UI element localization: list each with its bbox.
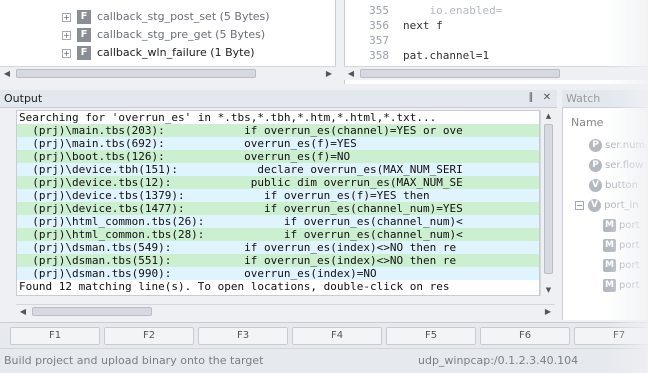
scroll-down-arrow-icon[interactable]: ▼ (541, 284, 556, 296)
scroll-up-arrow-icon[interactable]: ▲ (541, 110, 556, 122)
variable-type-icon: M (603, 278, 616, 292)
function-key-button[interactable]: F3 (198, 327, 288, 345)
code-line[interactable]: 355 io.enabled= (345, 4, 502, 18)
variable-type-icon: M (603, 238, 616, 252)
output-text-area[interactable]: Searching for 'overrun_es' in *.tbs,*.tb… (16, 110, 540, 296)
watch-panel-title: Watch (566, 92, 601, 105)
output-message-line: Found 12 matching line(s). To open locat… (19, 280, 450, 293)
search-result-line[interactable]: (prj)\device.tbs(1379): if overrun_es(f)… (17, 189, 539, 202)
code-text: pat.channel=1 (403, 49, 490, 62)
watch-item-label: button (605, 180, 638, 191)
project-tree-panel: + Fcallback_stg_post_set (5 Bytes) + Fcallb… (0, 0, 336, 66)
scroll-left-arrow-icon[interactable]: ◀ (0, 67, 14, 80)
watch-panel-header: Watch (562, 90, 648, 108)
code-line[interactable]: 358 pat.channel=1 (345, 49, 489, 63)
watch-item-label: port_in (604, 200, 639, 211)
tree-item[interactable]: + Fcallback_stg_pre_get (5 Bytes) (62, 26, 265, 44)
code-line[interactable]: 357 (345, 34, 403, 48)
watch-item-label: ser.num (605, 140, 646, 151)
function-key-button[interactable]: F7 (574, 327, 648, 345)
scrollbar-thumb[interactable] (544, 124, 553, 274)
watch-item[interactable]: Vbutton (589, 176, 638, 194)
connection-status: udp_winpcap:/0.1.2.3.40.104 (418, 354, 579, 367)
search-result-line[interactable]: (prj)\device.tbs(1477): if overrun_es(ch… (17, 202, 539, 215)
function-icon: F (77, 28, 91, 42)
function-key-button[interactable]: F4 (292, 327, 382, 345)
line-number: 356 (369, 19, 389, 32)
tree-item[interactable]: + Fcallback_wln_failure (1 Byte) (62, 44, 255, 62)
scrollbar-thumb[interactable] (16, 69, 256, 78)
search-result-line[interactable]: (prj)\main.tbs(692): overrun_es(f)=YES (17, 137, 539, 150)
output-panel-title: Output (4, 92, 43, 105)
search-result-line[interactable]: (prj)\device.tbh(151): declare overrun_e… (17, 163, 539, 176)
function-icon: F (77, 46, 91, 60)
code-line[interactable]: 356 next f (345, 19, 443, 33)
variable-type-icon: P (589, 138, 602, 152)
search-result-line[interactable]: (prj)\dsman.tbs(549): if overrun_es(inde… (17, 241, 539, 254)
collapse-icon[interactable]: − (575, 200, 584, 210)
watch-item-label: port (619, 280, 640, 291)
search-result-line[interactable]: (prj)\main.tbs(203): if overrun_es(chann… (17, 124, 539, 137)
watch-item[interactable]: Pser.num (589, 136, 645, 154)
code-text: next f (403, 19, 443, 32)
watch-item[interactable]: Mport (603, 276, 640, 294)
watch-item-label: port (619, 240, 640, 251)
watch-item-label: port (619, 260, 640, 271)
expand-icon[interactable]: + (62, 48, 71, 58)
watch-item[interactable]: Pser.flow (589, 156, 643, 174)
watch-item[interactable]: Mport (603, 236, 640, 254)
scroll-left-arrow-icon[interactable]: ◀ (344, 67, 358, 80)
variable-type-icon: V (589, 178, 602, 192)
function-key-bar: F1 F2 F3 F4 F5 F6 F7 (0, 322, 648, 348)
watch-column-header[interactable]: Name (571, 116, 603, 129)
output-panel-header: Output ∥ ✕ (0, 90, 557, 108)
watch-item[interactable]: − Vport_in (575, 196, 639, 214)
tree-item-label: callback_stg_post_set (5 Bytes) (97, 10, 270, 23)
scroll-left-arrow-icon[interactable]: ◀ (16, 305, 30, 318)
output-message-line: Searching for 'overrun_es' in *.tbs,*.tb… (19, 111, 437, 124)
close-icon[interactable]: ✕ (541, 92, 553, 103)
search-result-line[interactable]: (prj)\device.tbs(12): public dim overrun… (17, 176, 539, 189)
line-number: 355 (369, 4, 389, 17)
watch-item-label: port (619, 220, 640, 231)
output-lines: Searching for 'overrun_es' in *.tbs,*.tb… (17, 111, 539, 293)
watch-item-label: ser.flow (605, 160, 644, 171)
tree-item[interactable]: + Fcallback_stg_post_set (5 Bytes) (62, 8, 270, 26)
function-key-button[interactable]: F6 (480, 327, 570, 345)
tree-horizontal-scrollbar[interactable]: ◀ ▶ (0, 66, 336, 80)
expand-icon[interactable]: + (62, 12, 71, 22)
watch-item[interactable]: Mport (603, 216, 640, 234)
editor-horizontal-scrollbar[interactable]: ◀ (344, 66, 648, 80)
variable-type-icon: M (603, 218, 616, 232)
search-result-line[interactable]: (prj)\boot.tbs(126): overrun_es(f)=NO (17, 150, 539, 163)
line-number: 357 (369, 34, 389, 47)
watch-panel: Name Pser.num Pser.flow Vbutton − Vport_in Mp… (562, 108, 648, 320)
code-text: io.enabled= (403, 4, 503, 17)
function-key-button[interactable]: F5 (386, 327, 476, 345)
pin-icon[interactable]: ∥ (525, 92, 537, 103)
output-horizontal-scrollbar[interactable]: ◀ ▶ (16, 304, 555, 318)
search-result-line[interactable]: (prj)\dsman.tbs(551): if overrun_es(inde… (17, 254, 539, 267)
search-result-line[interactable]: (prj)\dsman.tbs(990): overrun_es(index)=… (17, 267, 539, 280)
scroll-right-arrow-icon[interactable]: ▶ (322, 67, 336, 80)
watch-item[interactable]: Mport (603, 256, 640, 274)
variable-type-icon: V (588, 198, 601, 212)
tree-item-label: callback_stg_pre_get (5 Bytes) (97, 28, 266, 41)
expand-icon[interactable]: + (62, 30, 71, 40)
line-number: 358 (369, 49, 389, 62)
search-result-line[interactable]: (prj)\html_common.tbs(28): if overrun_es… (17, 228, 539, 241)
status-bar: Build project and upload binary onto the… (0, 348, 648, 373)
output-vertical-scrollbar[interactable]: ▲ ▼ (540, 110, 555, 296)
variable-type-icon: M (603, 258, 616, 272)
tree-item-label: callback_wln_failure (1 Byte) (97, 46, 255, 59)
function-icon: F (77, 10, 91, 24)
variable-type-icon: P (589, 158, 602, 172)
scrollbar-thumb[interactable] (360, 69, 560, 78)
function-key-button[interactable]: F2 (104, 327, 194, 345)
search-result-line[interactable]: (prj)\html_common.tbs(26): if overrun_es… (17, 215, 539, 228)
function-key-button[interactable]: F1 (10, 327, 100, 345)
status-message: Build project and upload binary onto the… (4, 354, 264, 367)
scroll-right-arrow-icon[interactable]: ▶ (541, 305, 555, 318)
scrollbar-thumb[interactable] (32, 307, 152, 316)
